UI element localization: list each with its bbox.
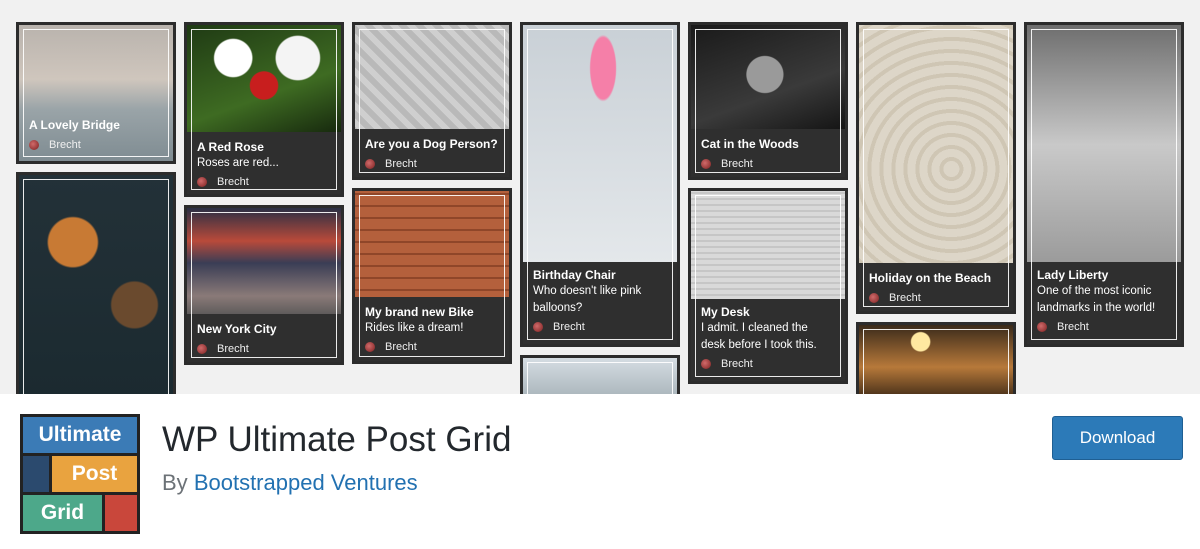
logo-navy-block (23, 456, 49, 492)
post-card-croissant[interactable] (16, 172, 176, 394)
dog-photo (355, 25, 509, 135)
post-title: New York City (197, 322, 277, 336)
post-author: Brecht (365, 158, 499, 170)
author-name: Brecht (217, 343, 249, 355)
croissant-photo (19, 175, 173, 394)
author-name: Brecht (1057, 321, 1089, 333)
post-title: A Lovely Bridge (29, 118, 120, 132)
post-author: Brecht (1037, 321, 1171, 333)
post-card-beach[interactable]: Holiday on the Beach Brecht (856, 22, 1016, 314)
plugin-byline: By Bootstrapped Ventures (162, 470, 418, 496)
post-card-caption: A Red Rose Roses are red... Brecht (187, 132, 341, 194)
author-name: Brecht (889, 292, 921, 304)
author-name: Brecht (385, 341, 417, 353)
post-card-dog[interactable]: Are you a Dog Person? Brecht (352, 22, 512, 180)
author-avatar (365, 159, 375, 169)
logo-grid-block: Grid (23, 495, 102, 531)
post-title: A Red Rose (197, 140, 264, 154)
post-card-concert[interactable] (856, 322, 1016, 394)
post-card-caption: A Lovely Bridge Brecht (19, 118, 173, 161)
post-title: My brand new Bike (365, 305, 474, 319)
sky-photo (523, 358, 677, 394)
author-avatar (701, 359, 711, 369)
author-name: Brecht (553, 321, 585, 333)
post-card-caption: Cat in the Woods Brecht (691, 129, 845, 177)
post-author: Brecht (197, 176, 331, 188)
post-card-caption: Holiday on the Beach Brecht (859, 263, 1013, 311)
post-title: Cat in the Woods (701, 137, 799, 151)
post-card-desk[interactable]: My Desk I admit. I cleaned the desk befo… (688, 188, 848, 384)
byline-prefix: By (162, 470, 188, 495)
statue-of-liberty-photo (1027, 25, 1181, 265)
post-author: Brecht (365, 341, 499, 353)
post-card-cat[interactable]: Cat in the Woods Brecht (688, 22, 848, 180)
plugin-logo: Ultimate Post Grid (20, 414, 140, 534)
balloon-chair-photo (523, 25, 677, 265)
author-avatar (197, 344, 207, 354)
author-avatar (701, 159, 711, 169)
post-author: Brecht (197, 343, 331, 355)
post-title: Birthday Chair (533, 268, 616, 282)
beach-photo (859, 25, 1013, 265)
author-link[interactable]: Bootstrapped Ventures (194, 470, 418, 495)
post-card-caption: Are you a Dog Person? Brecht (355, 129, 509, 177)
logo-post-block: Post (52, 456, 137, 492)
post-author: Brecht (701, 358, 835, 370)
logo-ultimate-block: Ultimate (23, 417, 137, 453)
author-avatar (197, 177, 207, 187)
cat-photo (691, 25, 845, 135)
post-card-caption: Lady Liberty One of the most iconic land… (1027, 262, 1181, 344)
post-excerpt: I admit. I cleaned the desk before I too… (701, 322, 817, 351)
post-card-bike[interactable]: My brand new Bike Rides like a dream! Br… (352, 188, 512, 364)
post-card-caption: New York City Brecht (187, 314, 341, 362)
author-avatar (869, 293, 879, 303)
post-card-sky[interactable] (520, 355, 680, 394)
plugin-title: WP Ultimate Post Grid (162, 420, 512, 459)
desk-photo (691, 191, 845, 306)
post-title: Lady Liberty (1037, 268, 1109, 282)
author-name: Brecht (721, 358, 753, 370)
plugin-banner: A Lovely Bridge Brecht A Red Rose Roses … (0, 0, 1200, 394)
post-card-bridge[interactable]: A Lovely Bridge Brecht (16, 22, 176, 164)
download-button[interactable]: Download (1052, 416, 1183, 460)
post-excerpt: Roses are red... (197, 157, 279, 169)
author-avatar (29, 140, 39, 150)
post-author: Brecht (29, 139, 163, 151)
post-author: Brecht (533, 321, 667, 333)
author-avatar (365, 342, 375, 352)
author-name: Brecht (217, 176, 249, 188)
post-card-caption: My brand new Bike Rides like a dream! Br… (355, 297, 509, 361)
post-card-birthday-chair[interactable]: Birthday Chair Who doesn't like pink bal… (520, 22, 680, 347)
concert-photo (859, 325, 1013, 394)
author-name: Brecht (385, 158, 417, 170)
post-card-caption: My Desk I admit. I cleaned the desk befo… (691, 299, 845, 381)
post-card-rose[interactable]: A Red Rose Roses are red... Brecht (184, 22, 344, 197)
post-author: Brecht (869, 292, 1003, 304)
post-excerpt: One of the most iconic landmarks in the … (1037, 285, 1156, 314)
post-excerpt: Who doesn't like pink balloons? (533, 285, 642, 314)
bike-photo (355, 191, 509, 301)
author-name: Brecht (49, 139, 81, 151)
logo-red-block (105, 495, 137, 531)
post-excerpt: Rides like a dream! (365, 322, 464, 334)
post-card-liberty[interactable]: Lady Liberty One of the most iconic land… (1024, 22, 1184, 347)
rose-photo (187, 25, 341, 135)
times-square-photo (187, 208, 341, 318)
post-card-nyc[interactable]: New York City Brecht (184, 205, 344, 365)
post-author: Brecht (701, 158, 835, 170)
author-avatar (1037, 322, 1047, 332)
author-avatar (533, 322, 543, 332)
post-title: Are you a Dog Person? (365, 137, 498, 151)
post-title: Holiday on the Beach (869, 271, 992, 285)
author-name: Brecht (721, 158, 753, 170)
post-title: My Desk (701, 305, 750, 319)
post-card-caption: Birthday Chair Who doesn't like pink bal… (523, 262, 677, 344)
